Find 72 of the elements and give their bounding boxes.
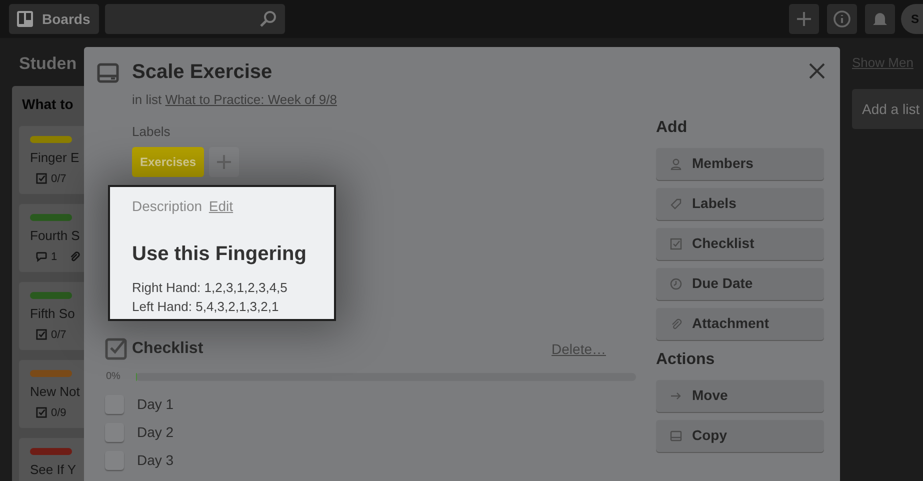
card-title: See If Y	[30, 461, 76, 479]
board-icon	[16, 10, 34, 28]
sidebar-button[interactable]: Labels	[656, 188, 824, 220]
badge-count: 0/7	[51, 172, 66, 186]
checklist-item: Day 3	[137, 450, 174, 470]
sidebar-button[interactable]: Due Date	[656, 268, 824, 300]
description-text: Right Hand: 1,2,3,1,2,3,4,5	[132, 279, 288, 297]
add-button[interactable]	[789, 4, 819, 34]
sidebar-button[interactable]: Copy	[656, 420, 824, 452]
list-card[interactable]: Fifth So 0/7	[19, 282, 84, 350]
list-card[interactable]: Fourth S 1	[19, 204, 84, 272]
checklist-icon	[36, 407, 47, 418]
person-icon	[670, 158, 682, 170]
progress-percent: 0%	[106, 370, 122, 384]
add-list-button[interactable]: Add a list	[852, 88, 923, 128]
checklist-icon	[670, 238, 682, 250]
description-heading: Description	[132, 198, 202, 214]
badge-count: 1	[51, 250, 58, 264]
edit-link[interactable]: Edit	[208, 198, 234, 214]
badge-count: 0/9	[51, 406, 66, 420]
checklist-icon	[105, 338, 127, 360]
paperclip-icon	[69, 251, 80, 262]
paperclip-icon	[670, 318, 682, 330]
sidebar-button[interactable]: Checklist	[656, 228, 824, 260]
checkbox[interactable]	[105, 422, 124, 442]
comment-icon	[36, 251, 47, 262]
sidebar-button[interactable]: Attachment	[656, 308, 824, 340]
sidebar-button[interactable]: Move	[656, 380, 824, 412]
clock-icon	[670, 278, 682, 290]
actions-heading: Actions	[656, 350, 716, 370]
list-card[interactable]: Finger E 0/7	[19, 126, 84, 194]
card-title: Scale Exercise	[132, 61, 272, 83]
checklist-item: Day 1	[137, 394, 174, 414]
delete-link[interactable]: Delete…	[552, 338, 606, 360]
plus-icon	[216, 154, 232, 170]
arrow-icon	[670, 390, 682, 402]
checkbox[interactable]	[105, 394, 124, 414]
add-heading: Add	[656, 118, 688, 138]
search-icon	[259, 10, 277, 28]
in-list-text: in list	[132, 92, 162, 107]
badge-count: 0/7	[51, 328, 66, 342]
checkbox[interactable]	[105, 450, 124, 470]
checklist-item: Day 2	[137, 422, 174, 442]
notifications-button[interactable]	[865, 4, 895, 34]
card-title: Fifth So	[30, 305, 75, 323]
label-chip[interactable]: Exercises	[132, 147, 204, 177]
labels-heading: Labels	[132, 122, 172, 140]
boards-button[interactable]: Boards	[9, 4, 99, 34]
card-icon	[97, 63, 119, 83]
card-title: Finger E	[30, 149, 80, 167]
add-label-button[interactable]	[209, 147, 240, 177]
card-title: New Not	[30, 383, 80, 401]
description-title: Use this Fingering	[132, 242, 308, 267]
checklist-title: Checklist	[132, 339, 204, 359]
close-icon[interactable]	[808, 62, 826, 80]
search-field[interactable]	[105, 4, 285, 34]
list-card[interactable]: See If Y	[19, 438, 84, 481]
board-title: Studen	[19, 53, 77, 75]
tag-icon	[670, 198, 682, 210]
card-title: Fourth S	[30, 227, 80, 245]
card-icon	[670, 430, 682, 442]
list-title: What to	[21, 95, 74, 114]
checklist-icon	[36, 173, 47, 184]
checklist-icon	[36, 329, 47, 340]
info-icon	[833, 10, 851, 28]
sidebar-button[interactable]: Members	[656, 148, 824, 180]
list-card[interactable]: New Not 0/9	[19, 360, 84, 428]
plus-icon	[796, 11, 812, 27]
description-text: Left Hand: 5,4,3,2,1,3,2,1	[132, 298, 280, 316]
list-link[interactable]: What to Practice: Week of 9/8	[165, 92, 337, 107]
bell-icon	[872, 10, 888, 28]
info-button[interactable]	[827, 4, 857, 34]
